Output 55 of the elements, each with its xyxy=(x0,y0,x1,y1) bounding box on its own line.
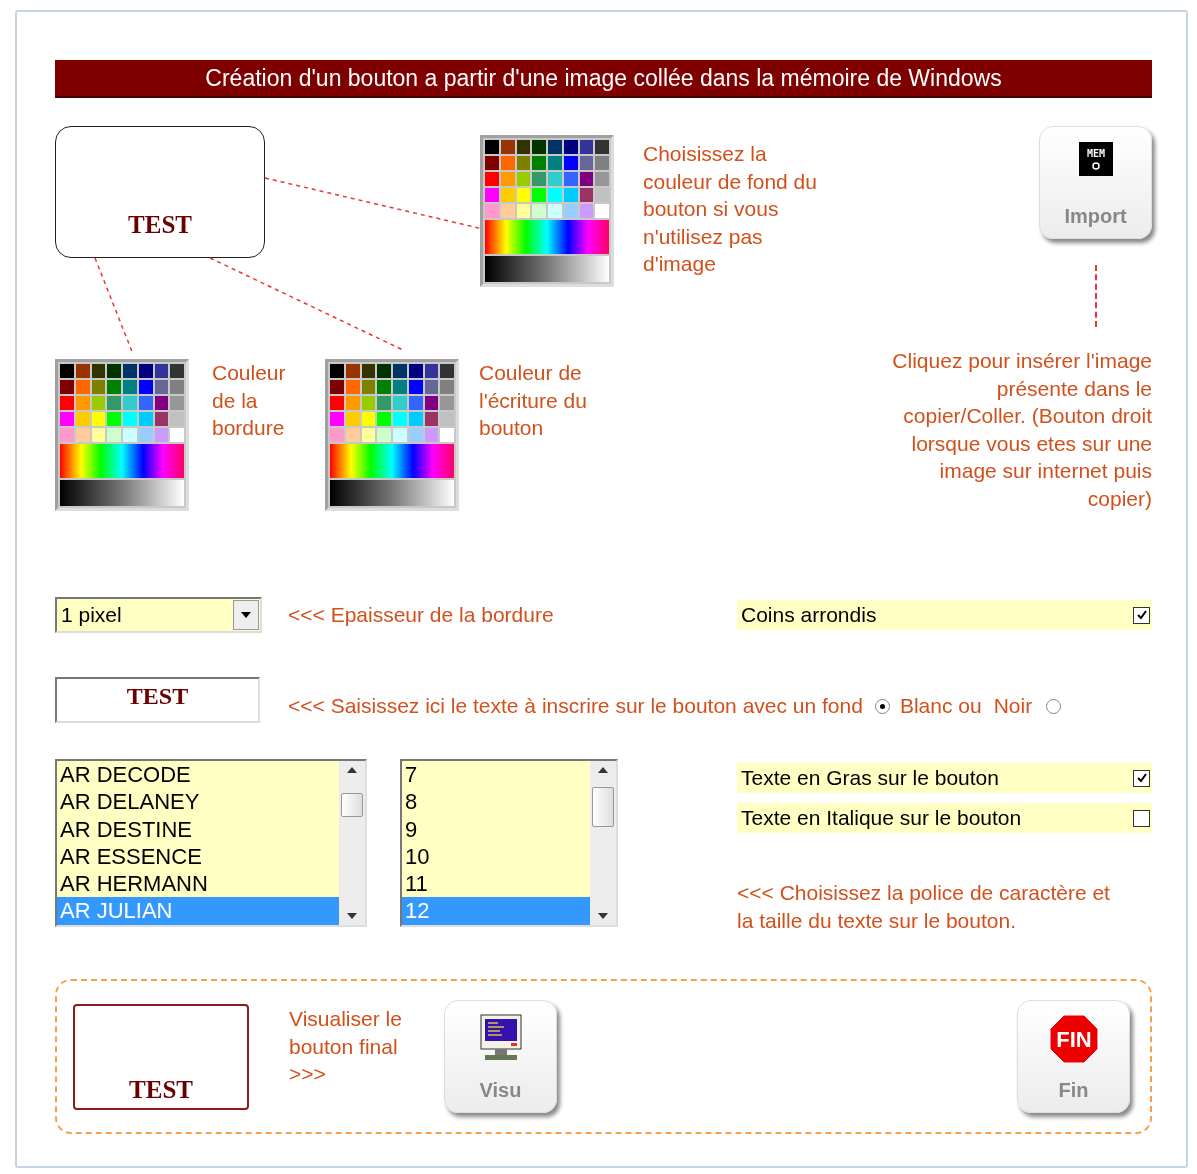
background-color-hint: Choisissez la couleur de fond du bouton si vous n'utilisez pas d'image xyxy=(643,141,818,277)
border-width-select[interactable]: 1 pixel xyxy=(55,597,262,633)
radio-button[interactable] xyxy=(874,698,890,714)
checkbox[interactable] xyxy=(1133,606,1150,624)
list-item[interactable]: 9 xyxy=(402,815,590,843)
caret-icon xyxy=(241,612,251,618)
stop-sign-icon: FIN xyxy=(1047,1013,1100,1065)
list-item[interactable]: 10 xyxy=(402,842,590,871)
list-item[interactable]: AR DECODE xyxy=(57,761,339,789)
checkbox-row[interactable]: Coins arrondis xyxy=(737,600,1152,630)
scroll-thumb[interactable] xyxy=(341,793,363,817)
list-box[interactable]: AR DECODE AR DELANEY AR DESTINE AR ESSENCE AR HERMANN AR JULIAN xyxy=(55,759,367,927)
radio-label: Noir xyxy=(993,693,1033,720)
button-text-hint: <<< Saisissez ici le texte à inscrire sur le bouton avec un fond xyxy=(288,693,863,720)
scroll-down-arrow-icon[interactable] xyxy=(347,913,357,919)
button-preview: TEST xyxy=(55,126,265,258)
scroll-down-arrow-icon[interactable] xyxy=(598,913,608,919)
scroll-up-arrow-icon[interactable] xyxy=(347,767,357,773)
border-color-hint: Couleur de la bordure xyxy=(212,360,287,441)
button-text-field[interactable]: TEST xyxy=(55,677,260,723)
scroll-up-arrow-icon[interactable] xyxy=(598,767,608,773)
list-box[interactable]: 7 8 9 10 11 12 xyxy=(400,759,618,927)
list-item[interactable]: 11 xyxy=(402,870,590,898)
list-item[interactable]: AR DESTINE xyxy=(57,815,339,843)
import-hint: Cliquez pour insérer l'image présente dans le copier/Coller. (Bouton droit lorsque vous etes sur une image sur internet puis copier) xyxy=(891,348,1152,512)
font-hint: <<< Choisissez la police de caractère et la taille du texte sur le bouton. xyxy=(737,880,1111,934)
color-palette[interactable] xyxy=(480,135,614,287)
scrollbar[interactable] xyxy=(590,761,616,925)
radio-button[interactable] xyxy=(1046,698,1062,714)
checkbox[interactable] xyxy=(1133,769,1150,787)
border-width-hint: <<< Epaisseur de la bordure xyxy=(288,602,554,629)
checkbox-label: Texte en Gras sur le bouton xyxy=(741,766,999,790)
checkbox-label: Texte en Italique sur le bouton xyxy=(741,806,1022,830)
color-palette[interactable] xyxy=(325,359,459,511)
final-button-preview: TEST xyxy=(73,1003,249,1110)
color-palette[interactable] xyxy=(55,359,189,511)
list-item[interactable]: AR DELANEY xyxy=(57,788,339,816)
checkbox-label: Coins arrondis xyxy=(741,603,877,627)
dropdown-button[interactable] xyxy=(233,600,259,630)
leader-line xyxy=(1095,265,1097,327)
checkbox[interactable] xyxy=(1133,809,1150,827)
checkbox-row[interactable]: Texte en Gras sur le bouton xyxy=(737,763,1152,793)
fin-button[interactable]: FIN Fin xyxy=(1017,1000,1130,1113)
scroll-thumb[interactable] xyxy=(592,787,614,827)
checkbox-row[interactable]: Texte en Italique sur le bouton xyxy=(737,803,1152,833)
title-bar: Création d'un bouton a partir d'une image collée dans la mémoire de Windows xyxy=(55,60,1152,98)
preview-hint: Visualiser le bouton final >>> xyxy=(289,1006,403,1087)
radio-label: Blanc ou xyxy=(899,693,982,720)
list-item[interactable]: AR ESSENCE xyxy=(57,842,339,871)
list-item[interactable]: 8 xyxy=(402,788,590,816)
import-button[interactable]: MEM Import xyxy=(1039,126,1152,239)
text-color-hint: Couleur de l'écriture du bouton xyxy=(479,360,588,441)
list-item[interactable]: 7 xyxy=(402,761,590,789)
scrollbar[interactable] xyxy=(339,761,365,925)
list-item[interactable]: AR HERMANN xyxy=(57,870,339,898)
